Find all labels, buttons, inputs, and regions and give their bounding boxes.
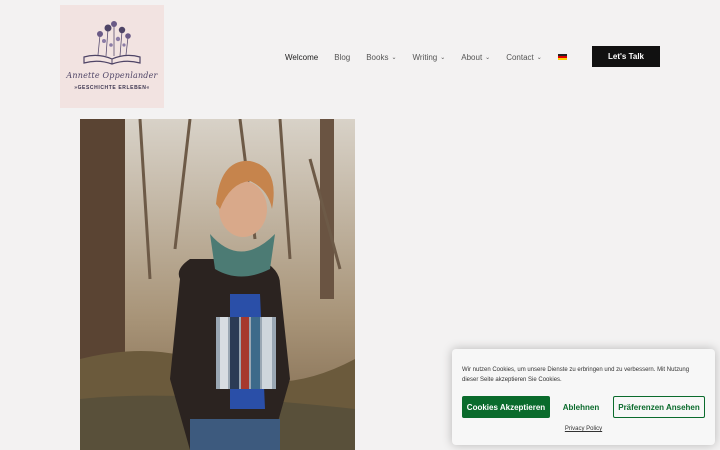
nav-item-label: Contact: [506, 52, 534, 62]
nav-item-label: About: [461, 52, 483, 62]
site-logo[interactable]: Annette Oppenlander »GESCHICHTE ERLEBEN«: [60, 5, 164, 108]
logo-tagline: »GESCHICHTE ERLEBEN«: [74, 85, 150, 91]
nav-item-blog[interactable]: Blog: [334, 53, 350, 62]
privacy-policy-link[interactable]: Privacy Policy: [452, 426, 715, 432]
lets-talk-button[interactable]: Let's Talk: [592, 46, 660, 67]
main-navigation: Welcome Blog Books ⌄ Writing ⌄ About ⌄ C…: [285, 49, 583, 65]
nav-item-label: Blog: [334, 52, 351, 62]
open-book-flowers-logo-icon: [83, 21, 141, 65]
nav-item-welcome[interactable]: Welcome: [285, 53, 318, 62]
cookie-consent-banner: Wir nutzen Cookies, um unsere Dienste zu…: [452, 349, 715, 445]
nav-item-label: Writing: [412, 52, 438, 62]
chevron-down-icon: ⌄: [485, 54, 491, 61]
nav-item-writing[interactable]: Writing ⌄: [412, 53, 445, 62]
language-switcher[interactable]: [557, 54, 567, 60]
view-preferences-button[interactable]: Präferenzen Ansehen: [613, 396, 705, 418]
deny-cookies-button[interactable]: Ablehnen: [556, 396, 606, 418]
chevron-down-icon: ⌄: [440, 54, 446, 61]
chevron-down-icon: ⌄: [391, 54, 397, 61]
logo-author-name: Annette Oppenlander: [66, 71, 158, 80]
nav-item-about[interactable]: About ⌄: [461, 53, 490, 62]
author-holding-books-photo: [80, 119, 355, 450]
accept-cookies-button[interactable]: Cookies Akzeptieren: [462, 396, 550, 418]
author-photo-illustration: [80, 119, 355, 450]
nav-item-books[interactable]: Books ⌄: [366, 53, 396, 62]
nav-item-label: Welcome: [285, 52, 319, 62]
de-flag-icon: [557, 54, 567, 60]
cookie-message: Wir nutzen Cookies, um unsere Dienste zu…: [462, 367, 690, 383]
chevron-down-icon: ⌄: [536, 54, 542, 61]
nav-item-contact[interactable]: Contact ⌄: [506, 53, 542, 62]
nav-item-label: Books: [366, 52, 389, 62]
